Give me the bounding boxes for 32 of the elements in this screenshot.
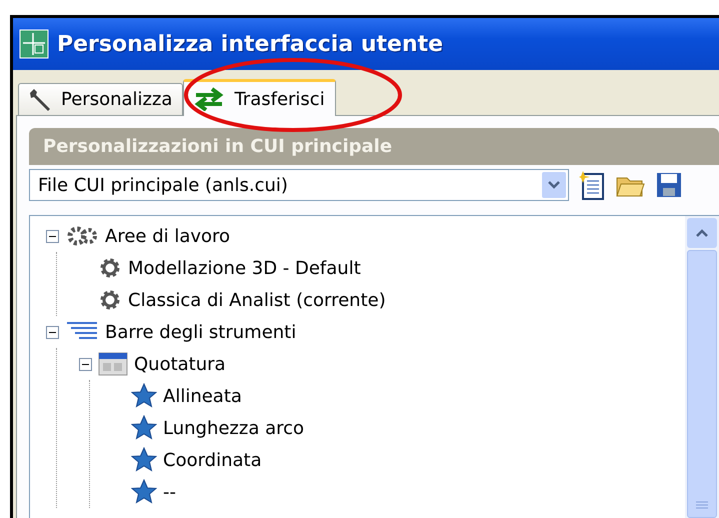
panel-header: Personalizzazioni in CUI principale (29, 128, 719, 165)
chevron-down-icon (547, 180, 561, 190)
collapse-toggle[interactable] (46, 230, 59, 242)
save-icon[interactable] (655, 171, 683, 199)
collapse-toggle[interactable] (46, 326, 59, 338)
grip-icon (696, 501, 708, 511)
star-icon (131, 383, 157, 409)
tab[interactable]: Personalizza (18, 83, 184, 115)
star-icon (131, 447, 157, 473)
tree-item[interactable]: Quotatura (134, 354, 226, 374)
file-dropdown[interactable]: File CUI principale (anls.cui) (29, 169, 569, 201)
scrollbar[interactable] (685, 216, 719, 518)
tree-item[interactable]: Modellazione 3D - Default (128, 258, 361, 278)
tree-item[interactable]: Coordinata (163, 450, 262, 470)
star-icon (131, 415, 157, 441)
new-file-icon[interactable] (579, 170, 605, 200)
star-icon (131, 479, 157, 505)
window-title: Personalizza interfaccia utente (57, 32, 444, 56)
toolbar-window-icon (98, 352, 128, 376)
app-icon (19, 29, 49, 59)
collapse-toggle[interactable] (79, 358, 92, 370)
tree-item[interactable]: Aree di lavoro (105, 226, 230, 246)
tree-item[interactable]: Barre degli strumenti (105, 322, 296, 342)
tree-item[interactable]: Allineata (163, 386, 242, 406)
tree-item[interactable]: Classica di Analist (corrente) (128, 290, 386, 310)
tree-item[interactable]: -- (163, 482, 176, 502)
tab[interactable]: Trasferisci (183, 79, 336, 116)
gears-icon (65, 224, 99, 248)
chevron-up-icon (695, 228, 709, 238)
gear-icon (98, 288, 122, 312)
tree-item[interactable]: Lunghezza arco (163, 418, 304, 438)
gear-icon (98, 256, 122, 280)
